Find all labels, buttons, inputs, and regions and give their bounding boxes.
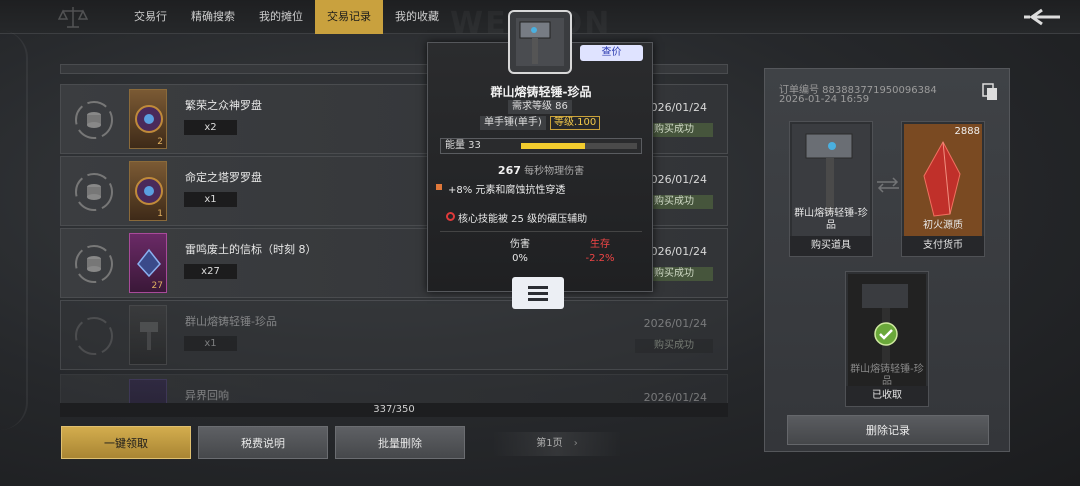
survival-stat: 生存 -2.2% [560, 238, 640, 266]
received-item-name: 群山熔铸轻锤-珍品 [850, 364, 924, 387]
item-quantity: x1 [184, 336, 237, 351]
tooltip-item-image [508, 10, 572, 74]
coin-cycle-icon [75, 317, 113, 355]
damage-stat: 伤害 0% [480, 238, 560, 266]
divider [440, 231, 642, 232]
scales-logo-icon [58, 7, 88, 28]
order-detail-panel: 订单编号 883883771950096384 2026-01-24 16:59… [764, 68, 1010, 452]
tab-my-stall[interactable]: 我的摊位 [247, 0, 315, 34]
beacon-icon [137, 248, 161, 278]
item-name: 繁荣之众神罗盘 [185, 99, 262, 112]
currency-amount: 2888 [954, 126, 980, 137]
stat-value: 0% [512, 253, 528, 264]
item-count: 27 [151, 281, 163, 291]
trade-date: 2026/01/24 [643, 101, 707, 114]
damage-line: 267 每秒物理伤害 [428, 162, 654, 177]
affix-line: 核心技能被 25 级的碾压辅助 [445, 210, 587, 225]
check-circle-icon [874, 322, 898, 346]
delete-record-button[interactable]: 删除记录 [787, 415, 989, 445]
compass-icon [135, 177, 163, 205]
payment-currency-card[interactable]: 2888 初火源质 支付货币 [901, 121, 985, 257]
item-tooltip: 群山熔铸轻锤-珍品 需求等级 86 单手锤(单手) 等级.100 能量 33 2… [427, 42, 653, 292]
table-row[interactable]: 异界回响 2026/01/24 [60, 374, 728, 404]
stat-value: -2.2% [585, 253, 615, 264]
tab-trading-house[interactable]: 交易行 [122, 0, 179, 34]
hammer-icon [516, 18, 564, 66]
coin-cycle-icon [75, 173, 113, 211]
item-thumbnail [129, 305, 167, 365]
nav-tabs: 交易行 精确搜索 我的摊位 交易记录 我的收藏 [122, 0, 451, 34]
compass-icon [135, 105, 163, 133]
page-label: 第1页 [536, 438, 563, 449]
damage-label: 每秒物理伤害 [524, 166, 585, 177]
item-name: 群山熔铸轻锤-珍品 [185, 315, 277, 328]
item-count: 1 [157, 209, 163, 219]
hammer-icon [140, 322, 158, 350]
damage-value: 267 [497, 164, 521, 177]
back-arrow-icon[interactable] [1022, 7, 1062, 27]
tooltip-title: 群山熔铸轻锤-珍品 [490, 85, 592, 99]
bought-item-name: 群山熔铸轻锤-珍品 [794, 208, 868, 231]
energy-track [521, 143, 637, 149]
swap-arrows-icon [877, 177, 899, 193]
item-quantity: x2 [184, 120, 237, 135]
item-level: 等级.100 [550, 116, 601, 130]
claim-all-button[interactable]: 一键领取 [61, 426, 191, 459]
tab-my-favorites[interactable]: 我的收藏 [383, 0, 451, 34]
bought-item-card[interactable]: 群山熔铸轻锤-珍品 购买道具 [789, 121, 873, 257]
bought-item-caption: 购买道具 [790, 236, 872, 256]
energy-fill [521, 143, 585, 149]
stat-label: 伤害 [510, 239, 530, 250]
trade-date: 2026/01/24 [643, 245, 707, 258]
item-name: 雷鸣废土的信标（时刻 8） [185, 243, 317, 256]
item-thumbnail [129, 379, 167, 404]
affix-line: +8% 元素和腐蚀抗性穿透 [435, 181, 565, 196]
trade-date: 2026/01/24 [643, 317, 707, 330]
required-level: 需求等级 86 [508, 100, 572, 114]
tab-trade-records[interactable]: 交易记录 [315, 0, 383, 34]
energy-label: 能量 33 [445, 140, 481, 151]
chevron-right-icon[interactable]: › [574, 438, 578, 449]
item-quantity: x1 [184, 192, 237, 207]
batch-delete-button[interactable]: 批量删除 [335, 426, 465, 459]
weapon-type: 单手锤(单手) [480, 116, 546, 130]
item-name: 异界回响 [185, 389, 229, 402]
tab-precise-search[interactable]: 精确搜索 [179, 0, 247, 34]
coin-cycle-icon [75, 245, 113, 283]
item-thumbnail: 2 [129, 89, 167, 149]
coin-cycle-icon [75, 101, 113, 139]
status-badge: 购买成功 [635, 339, 713, 353]
item-name: 命定之塔罗罗盘 [185, 171, 262, 184]
copy-icon[interactable] [982, 83, 998, 101]
left-decoration [0, 30, 28, 430]
menu-icon[interactable] [512, 277, 564, 309]
item-quantity: x27 [184, 264, 237, 279]
payment-caption: 支付货币 [902, 236, 984, 256]
currency-name: 初火源质 [923, 220, 963, 231]
item-thumbnail: 27 [129, 233, 167, 293]
record-count: 337/350 [60, 403, 728, 417]
page-indicator[interactable]: 第1页 › [492, 432, 622, 456]
check-price-button[interactable]: 查价 [580, 45, 643, 61]
stat-label: 生存 [590, 239, 610, 250]
order-time: 2026-01-24 16:59 [779, 94, 870, 105]
item-thumbnail: 1 [129, 161, 167, 221]
received-caption: 已收取 [846, 386, 928, 406]
tax-info-button[interactable]: 税费说明 [198, 426, 328, 459]
table-row[interactable]: 群山熔铸轻锤-珍品 x1 2026/01/24 购买成功 [60, 300, 728, 370]
item-count: 2 [157, 137, 163, 147]
energy-bar: 能量 33 [440, 138, 642, 154]
received-item-card[interactable]: 群山熔铸轻锤-珍品 已收取 [845, 271, 929, 407]
